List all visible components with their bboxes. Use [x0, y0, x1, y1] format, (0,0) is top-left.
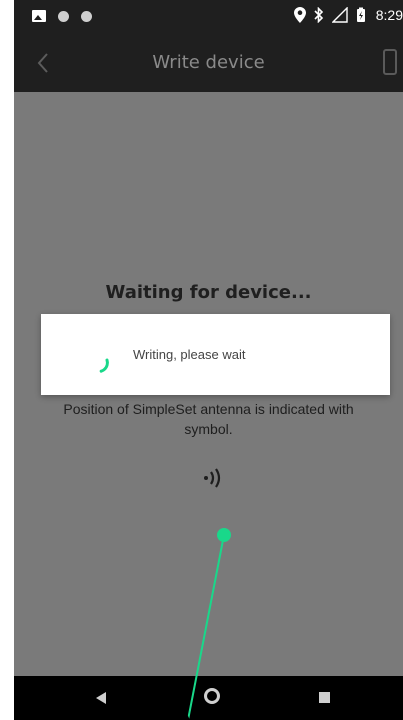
- nav-home-icon[interactable]: [204, 688, 220, 704]
- phone-screen: 8:29 Write device Waiting for device... …: [14, 0, 403, 720]
- antenna-hint-line-1: Position of SimpleSet antenna is indicat…: [63, 401, 354, 417]
- antenna-hint: Position of SimpleSet antenna is indicat…: [14, 399, 403, 439]
- loading-spinner-icon: [93, 358, 109, 374]
- app-bar: Write device: [14, 32, 403, 92]
- circle-dot-icon: [81, 10, 92, 22]
- progress-dialog: Writing, please wait: [41, 314, 390, 395]
- dialog-message: Writing, please wait: [133, 347, 246, 362]
- navigation-bar: [14, 676, 403, 720]
- page-title: Write device: [152, 52, 265, 73]
- nav-back-icon[interactable]: [96, 692, 106, 704]
- status-bar: 8:29: [14, 0, 403, 32]
- location-pin-icon: [293, 7, 306, 23]
- bluetooth-icon: [314, 7, 323, 23]
- status-bar-right: 8:29: [293, 7, 403, 23]
- antenna-signal-icon: [204, 468, 221, 488]
- nav-recents-icon[interactable]: [319, 692, 330, 703]
- signal-icon: [331, 7, 348, 23]
- status-bar-left: [32, 10, 92, 22]
- phone-device-icon[interactable]: [383, 49, 397, 75]
- waiting-title: Waiting for device...: [105, 282, 312, 303]
- image-icon: [32, 10, 46, 22]
- battery-charging-icon: [356, 7, 365, 22]
- circle-dot-icon: [58, 10, 69, 22]
- status-time: 8:29: [375, 7, 403, 23]
- antenna-hint-line-2: symbol.: [184, 421, 233, 437]
